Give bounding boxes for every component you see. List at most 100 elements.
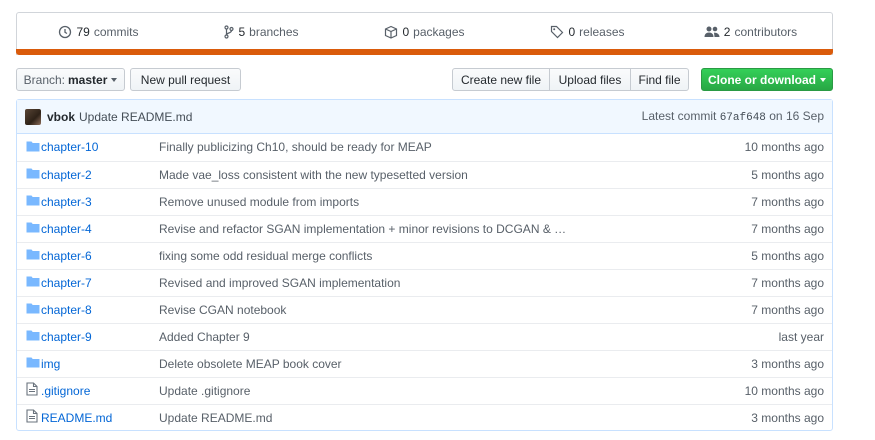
- file-name-link[interactable]: chapter-8: [41, 303, 92, 317]
- file-name-link[interactable]: chapter-7: [41, 276, 92, 290]
- file-name-link[interactable]: chapter-10: [41, 140, 98, 154]
- contributors-count[interactable]: 2 contributors: [669, 25, 832, 39]
- file-name-link[interactable]: .gitignore: [41, 384, 90, 398]
- file-icon: [26, 382, 38, 399]
- file-age-cell: 5 months ago: [713, 242, 832, 269]
- folder-icon: [26, 357, 40, 371]
- file-name-cell: README.md: [41, 404, 159, 431]
- file-name-link[interactable]: chapter-3: [41, 195, 92, 209]
- file-message-cell: fixing some odd residual merge conflicts: [159, 242, 713, 269]
- find-file-button[interactable]: Find file: [630, 68, 689, 91]
- file-message-cell: Update README.md: [159, 404, 713, 431]
- avatar[interactable]: [25, 108, 41, 125]
- file-actions-group: Create new file Upload files Find file: [452, 68, 689, 91]
- chevron-down-icon: [820, 77, 826, 82]
- repo-summary: 79 commits 5 branches 0 packages 0 relea…: [16, 12, 833, 55]
- clone-label: Clone or download: [708, 72, 816, 87]
- commit-sha[interactable]: 67af648: [720, 112, 766, 124]
- commit-message[interactable]: Update README.md: [79, 110, 192, 124]
- create-new-file-button[interactable]: Create new file: [452, 68, 550, 91]
- file-name-link[interactable]: chapter-2: [41, 168, 92, 182]
- file-navigation: Branch: master New pull request Create n…: [16, 68, 833, 91]
- folder-icon: [26, 141, 40, 155]
- file-age-cell: 10 months ago: [713, 377, 832, 404]
- file-name-cell: .gitignore: [41, 377, 159, 404]
- commits-count[interactable]: 79 commits: [17, 25, 180, 39]
- file-age-cell: last year: [713, 323, 832, 350]
- file-name-cell: chapter-6: [41, 242, 159, 269]
- folder-icon: [26, 195, 40, 209]
- new-pull-request-button[interactable]: New pull request: [130, 68, 241, 91]
- file-message-cell: Revised and improved SGAN implementation: [159, 269, 713, 296]
- releases-count[interactable]: 0 releases: [506, 25, 669, 39]
- file-row: chapter-8 Revise CGAN notebook 7 months ag…: [17, 296, 832, 323]
- branch-select-button[interactable]: Branch: master: [16, 68, 125, 91]
- file-name-cell: chapter-7: [41, 269, 159, 296]
- file-commit-message[interactable]: Update .gitignore: [159, 384, 250, 398]
- file-listing: vbok Update README.md Latest commit 67af…: [16, 99, 833, 431]
- file-age-cell: 7 months ago: [713, 296, 832, 323]
- file-name-link[interactable]: README.md: [41, 411, 112, 425]
- commit-on: on: [769, 109, 783, 123]
- file-commit-message[interactable]: Made vae_loss consistent with the new ty…: [159, 168, 468, 182]
- file-commit-message[interactable]: Delete obsolete MEAP book cover: [159, 357, 342, 371]
- commits-num: 79: [76, 24, 90, 39]
- file-row: chapter-10 Finally publicizing Ch10, shou…: [17, 134, 832, 161]
- folder-icon: [26, 168, 40, 182]
- upload-files-button[interactable]: Upload files: [549, 68, 631, 91]
- file-type-cell: [17, 377, 41, 404]
- file-commit-message[interactable]: Revise and refactor SGAN implementation …: [159, 222, 566, 236]
- file-commit-message[interactable]: Revised and improved SGAN implementation: [159, 276, 400, 290]
- file-name-link[interactable]: chapter-6: [41, 249, 92, 263]
- file-commit-message[interactable]: Update README.md: [159, 411, 272, 425]
- file-commit-message[interactable]: Revise CGAN notebook: [159, 303, 286, 317]
- branch-name: master: [68, 72, 108, 87]
- file-message-cell: Made vae_loss consistent with the new ty…: [159, 161, 713, 188]
- file-age: 3 months ago: [751, 356, 824, 371]
- commit-author[interactable]: vbok: [47, 110, 75, 124]
- contributors-label: contributors: [734, 24, 798, 39]
- file-type-cell: [17, 242, 41, 269]
- branches-count[interactable]: 5 branches: [180, 25, 343, 39]
- file-age-cell: 7 months ago: [713, 215, 832, 242]
- file-age: 5 months ago: [751, 248, 824, 263]
- branches-num: 5: [238, 24, 246, 39]
- file-commit-message[interactable]: Remove unused module from imports: [159, 195, 359, 209]
- packages-num: 0: [402, 24, 410, 39]
- people-icon: [704, 26, 720, 37]
- file-message-cell: Remove unused module from imports: [159, 188, 713, 215]
- file-row: chapter-6 fixing some odd residual merge …: [17, 242, 832, 269]
- file-commit-message[interactable]: Added Chapter 9: [159, 330, 250, 344]
- file-commit-message[interactable]: Finally publicizing Ch10, should be read…: [159, 140, 432, 154]
- clone-or-download-button[interactable]: Clone or download: [701, 68, 833, 91]
- file-commit-message[interactable]: fixing some odd residual merge conflicts: [159, 249, 372, 263]
- latest-commit-label: Latest commit: [641, 109, 717, 123]
- file-age-cell: 7 months ago: [713, 269, 832, 296]
- commit-date: 16 Sep: [785, 109, 824, 123]
- file-type-cell: [17, 404, 41, 431]
- file-name-link[interactable]: chapter-9: [41, 330, 92, 344]
- chevron-down-icon: [111, 77, 118, 82]
- folder-icon: [26, 276, 40, 290]
- file-age-cell: 3 months ago: [713, 404, 832, 431]
- file-name-link[interactable]: img: [41, 357, 60, 371]
- file-type-cell: [17, 215, 41, 242]
- releases-label: releases: [579, 24, 625, 39]
- file-row: chapter-2 Made vae_loss consistent with t…: [17, 161, 832, 188]
- files-table: chapter-10 Finally publicizing Ch10, shou…: [17, 134, 832, 431]
- file-name-cell: chapter-10: [41, 134, 159, 161]
- file-age: 3 months ago: [751, 410, 824, 425]
- folder-icon: [26, 249, 40, 263]
- file-name-link[interactable]: chapter-4: [41, 222, 92, 236]
- contributors-num: 2: [723, 24, 731, 39]
- packages-count[interactable]: 0 packages: [343, 25, 506, 39]
- file-age: 10 months ago: [744, 383, 824, 398]
- latest-commit-bar: vbok Update README.md Latest commit 67af…: [17, 100, 832, 134]
- file-age: 7 months ago: [751, 302, 824, 317]
- packages-label: packages: [413, 24, 465, 39]
- language-bar: [16, 49, 833, 55]
- file-type-cell: [17, 296, 41, 323]
- file-age: last year: [778, 329, 824, 344]
- file-age: 5 months ago: [751, 167, 824, 182]
- branches-label: branches: [249, 24, 299, 39]
